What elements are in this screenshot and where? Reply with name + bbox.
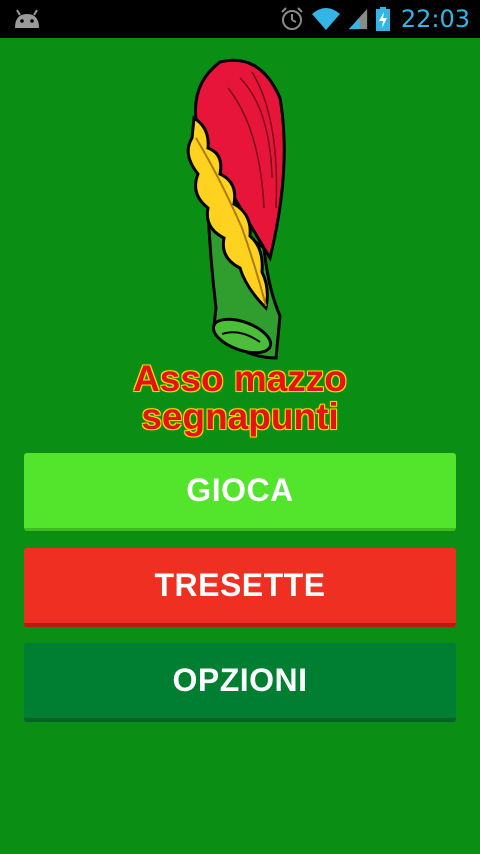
tresette-button[interactable]: TRESETTE — [24, 548, 456, 627]
opzioni-button[interactable]: OPZIONI — [24, 643, 456, 722]
android-icon — [15, 9, 39, 28]
app-logo — [180, 58, 300, 364]
app-title: Asso mazzo segnapunti — [0, 360, 480, 436]
app-title-line1: Asso mazzo — [133, 358, 347, 399]
status-bar: 22:03 — [0, 0, 480, 38]
wifi-icon — [311, 8, 340, 30]
gioca-button[interactable]: GIOCA — [24, 453, 456, 531]
asso-di-bastoni-logo — [186, 58, 286, 360]
app-title-line2: segnapunti — [141, 396, 339, 437]
battery-charging-icon — [375, 7, 390, 31]
alarm-icon — [281, 7, 303, 30]
signal-icon — [348, 8, 367, 30]
clock-time: 22:03 — [400, 5, 470, 33]
